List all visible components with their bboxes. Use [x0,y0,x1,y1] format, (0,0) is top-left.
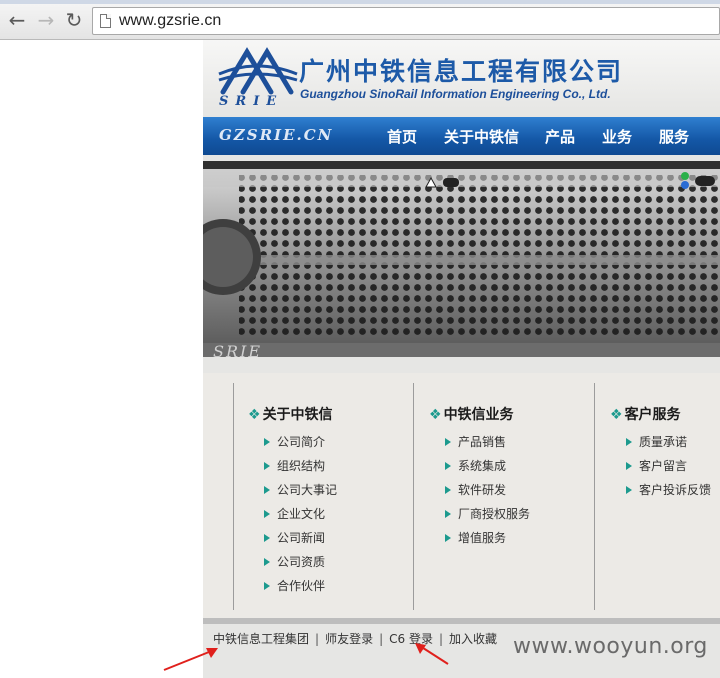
footer-link-alumni-login[interactable]: 师友登录 [325,632,373,646]
triangle-icon [445,486,451,494]
arrow-left-icon[interactable]: ← [6,10,28,32]
page-icon [100,14,111,28]
triangle-icon [626,486,632,494]
link-system-integration[interactable]: 系统集成 [445,457,506,474]
link-company-intro[interactable]: 公司简介 [264,433,325,450]
link-partners[interactable]: 合作伙伴 [264,577,325,594]
triangle-icon [264,462,270,470]
nav-products[interactable]: 产品 [545,126,575,147]
link-software-dev[interactable]: 软件研发 [445,481,506,498]
red-arrow-icon [415,643,449,665]
column-divider [594,383,595,610]
triangle-icon [445,534,451,542]
diamond-icon: ❖ [610,407,623,423]
triangle-icon [264,438,270,446]
triangle-icon [445,438,451,446]
company-name-cn: 广州中铁信息工程有限公司 [299,57,624,86]
link-guestbook[interactable]: 客户留言 [626,457,687,474]
company-name-en: Guangzhou SinoRail Information Engineeri… [300,87,611,101]
browser-toolbar: ← → ↻ www.gzsrie.cn [0,0,720,40]
footer-links: 中铁信息工程集团 | 师友登录 | C6 登录 | 加入收藏 [213,630,497,647]
link-vendor-service[interactable]: 厂商授权服务 [445,505,530,522]
server-image: SRIE [203,161,720,357]
triangle-icon [626,462,632,470]
triangle-icon [626,438,632,446]
triangle-icon [264,510,270,518]
link-culture[interactable]: 企业文化 [264,505,325,522]
footer-link-bookmark[interactable]: 加入收藏 [449,632,497,646]
website: SRIE 广州中铁信息工程有限公司 Guangzhou SinoRail Inf… [203,40,720,678]
red-arrow-icon [163,648,218,671]
watermark-text: www.wooyun.org [513,634,708,659]
tab-strip [0,0,720,4]
diamond-icon: ❖ [248,407,261,423]
link-product-sales[interactable]: 产品销售 [445,433,506,450]
triangle-icon [445,462,451,470]
nav-home[interactable]: 首页 [387,126,417,147]
main-nav: GZSRIE.CN 首页 关于中铁信 产品 业务 服务 [203,117,720,155]
triangle-icon [264,558,270,566]
link-qualifications[interactable]: 公司资质 [264,553,325,570]
url-text: www.gzsrie.cn [119,12,222,29]
site-brand[interactable]: GZSRIE.CN [219,126,333,144]
column-divider [413,383,414,610]
column-title-business: ❖ 中铁信业务 [429,407,514,423]
column-title-about: ❖ 关于中铁信 [248,407,333,423]
link-complaints[interactable]: 客户投诉反馈 [626,481,711,498]
nav-about[interactable]: 关于中铁信 [444,126,519,147]
triangle-icon [264,534,270,542]
link-value-added[interactable]: 增值服务 [445,529,506,546]
footer-separator: | [379,632,384,646]
nav-services[interactable]: 服务 [659,126,689,147]
banner-overlay-text: SRIE [213,342,262,357]
nav-business[interactable]: 业务 [602,126,632,147]
column-divider [233,383,234,610]
reload-icon[interactable]: ↻ [63,10,85,32]
triangle-icon [445,510,451,518]
link-news[interactable]: 公司新闻 [264,529,325,546]
link-columns: ❖ 关于中铁信 公司简介 组织结构 公司大事记 企业文化 公司新闻 公司资质 合作… [203,373,720,618]
address-bar[interactable]: www.gzsrie.cn [92,7,720,35]
logo-letters: SRIE [219,94,284,109]
triangle-icon [264,486,270,494]
site-header: SRIE 广州中铁信息工程有限公司 Guangzhou SinoRail Inf… [203,40,720,117]
link-quality-promise[interactable]: 质量承诺 [626,433,687,450]
triangle-icon [264,582,270,590]
column-title-service: ❖ 客户服务 [610,407,681,423]
arrow-right-icon[interactable]: → [35,10,57,32]
diamond-icon: ❖ [429,407,442,423]
hero-banner[interactable]: SRIE [203,161,720,357]
link-milestones[interactable]: 公司大事记 [264,481,337,498]
link-org-structure[interactable]: 组织结构 [264,457,325,474]
footer-separator: | [315,632,320,646]
